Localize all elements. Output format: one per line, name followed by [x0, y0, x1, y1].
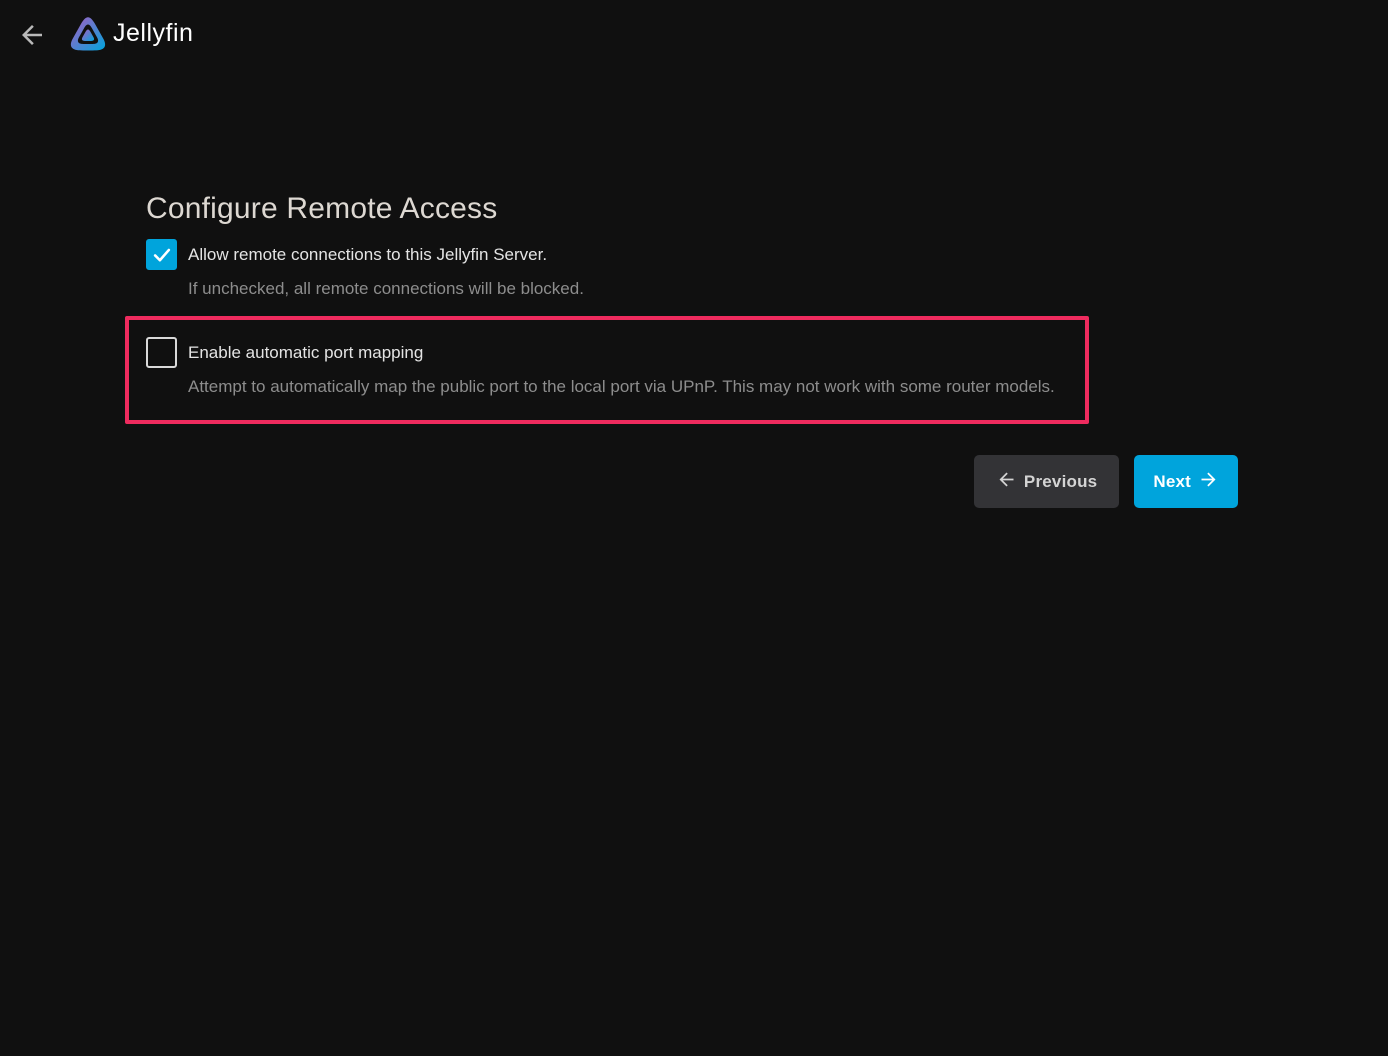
- back-button[interactable]: [16, 19, 48, 51]
- page-title: Configure Remote Access: [146, 192, 497, 226]
- previous-button-label: Previous: [1024, 472, 1097, 492]
- arrow-right-icon: [1191, 469, 1219, 495]
- wizard-navigation: Previous Next: [974, 455, 1238, 508]
- allow-remote-connections-checkbox[interactable]: [146, 239, 177, 270]
- previous-button[interactable]: Previous: [974, 455, 1119, 508]
- allow-remote-connections-description: If unchecked, all remote connections wil…: [188, 279, 584, 299]
- option-allow-remote-connections: Allow remote connections to this Jellyfi…: [146, 239, 584, 299]
- enable-port-mapping-label[interactable]: Enable automatic port mapping: [188, 343, 423, 363]
- enable-port-mapping-description: Attempt to automatically map the public …: [188, 377, 1055, 397]
- allow-remote-connections-row[interactable]: Allow remote connections to this Jellyfi…: [146, 239, 584, 270]
- next-button[interactable]: Next: [1134, 455, 1238, 508]
- jellyfin-logo-icon: [67, 10, 109, 58]
- option-enable-port-mapping: Enable automatic port mapping Attempt to…: [146, 337, 1055, 397]
- arrow-left-icon: [996, 469, 1024, 495]
- next-button-label: Next: [1153, 472, 1191, 492]
- enable-port-mapping-row[interactable]: Enable automatic port mapping: [146, 337, 1055, 368]
- arrow-left-icon: [16, 20, 48, 50]
- enable-port-mapping-checkbox[interactable]: [146, 337, 177, 368]
- checkmark-icon: [151, 244, 173, 266]
- allow-remote-connections-label[interactable]: Allow remote connections to this Jellyfi…: [188, 245, 547, 265]
- app-header: Jellyfin: [0, 0, 1388, 68]
- app-title: Jellyfin: [113, 19, 193, 48]
